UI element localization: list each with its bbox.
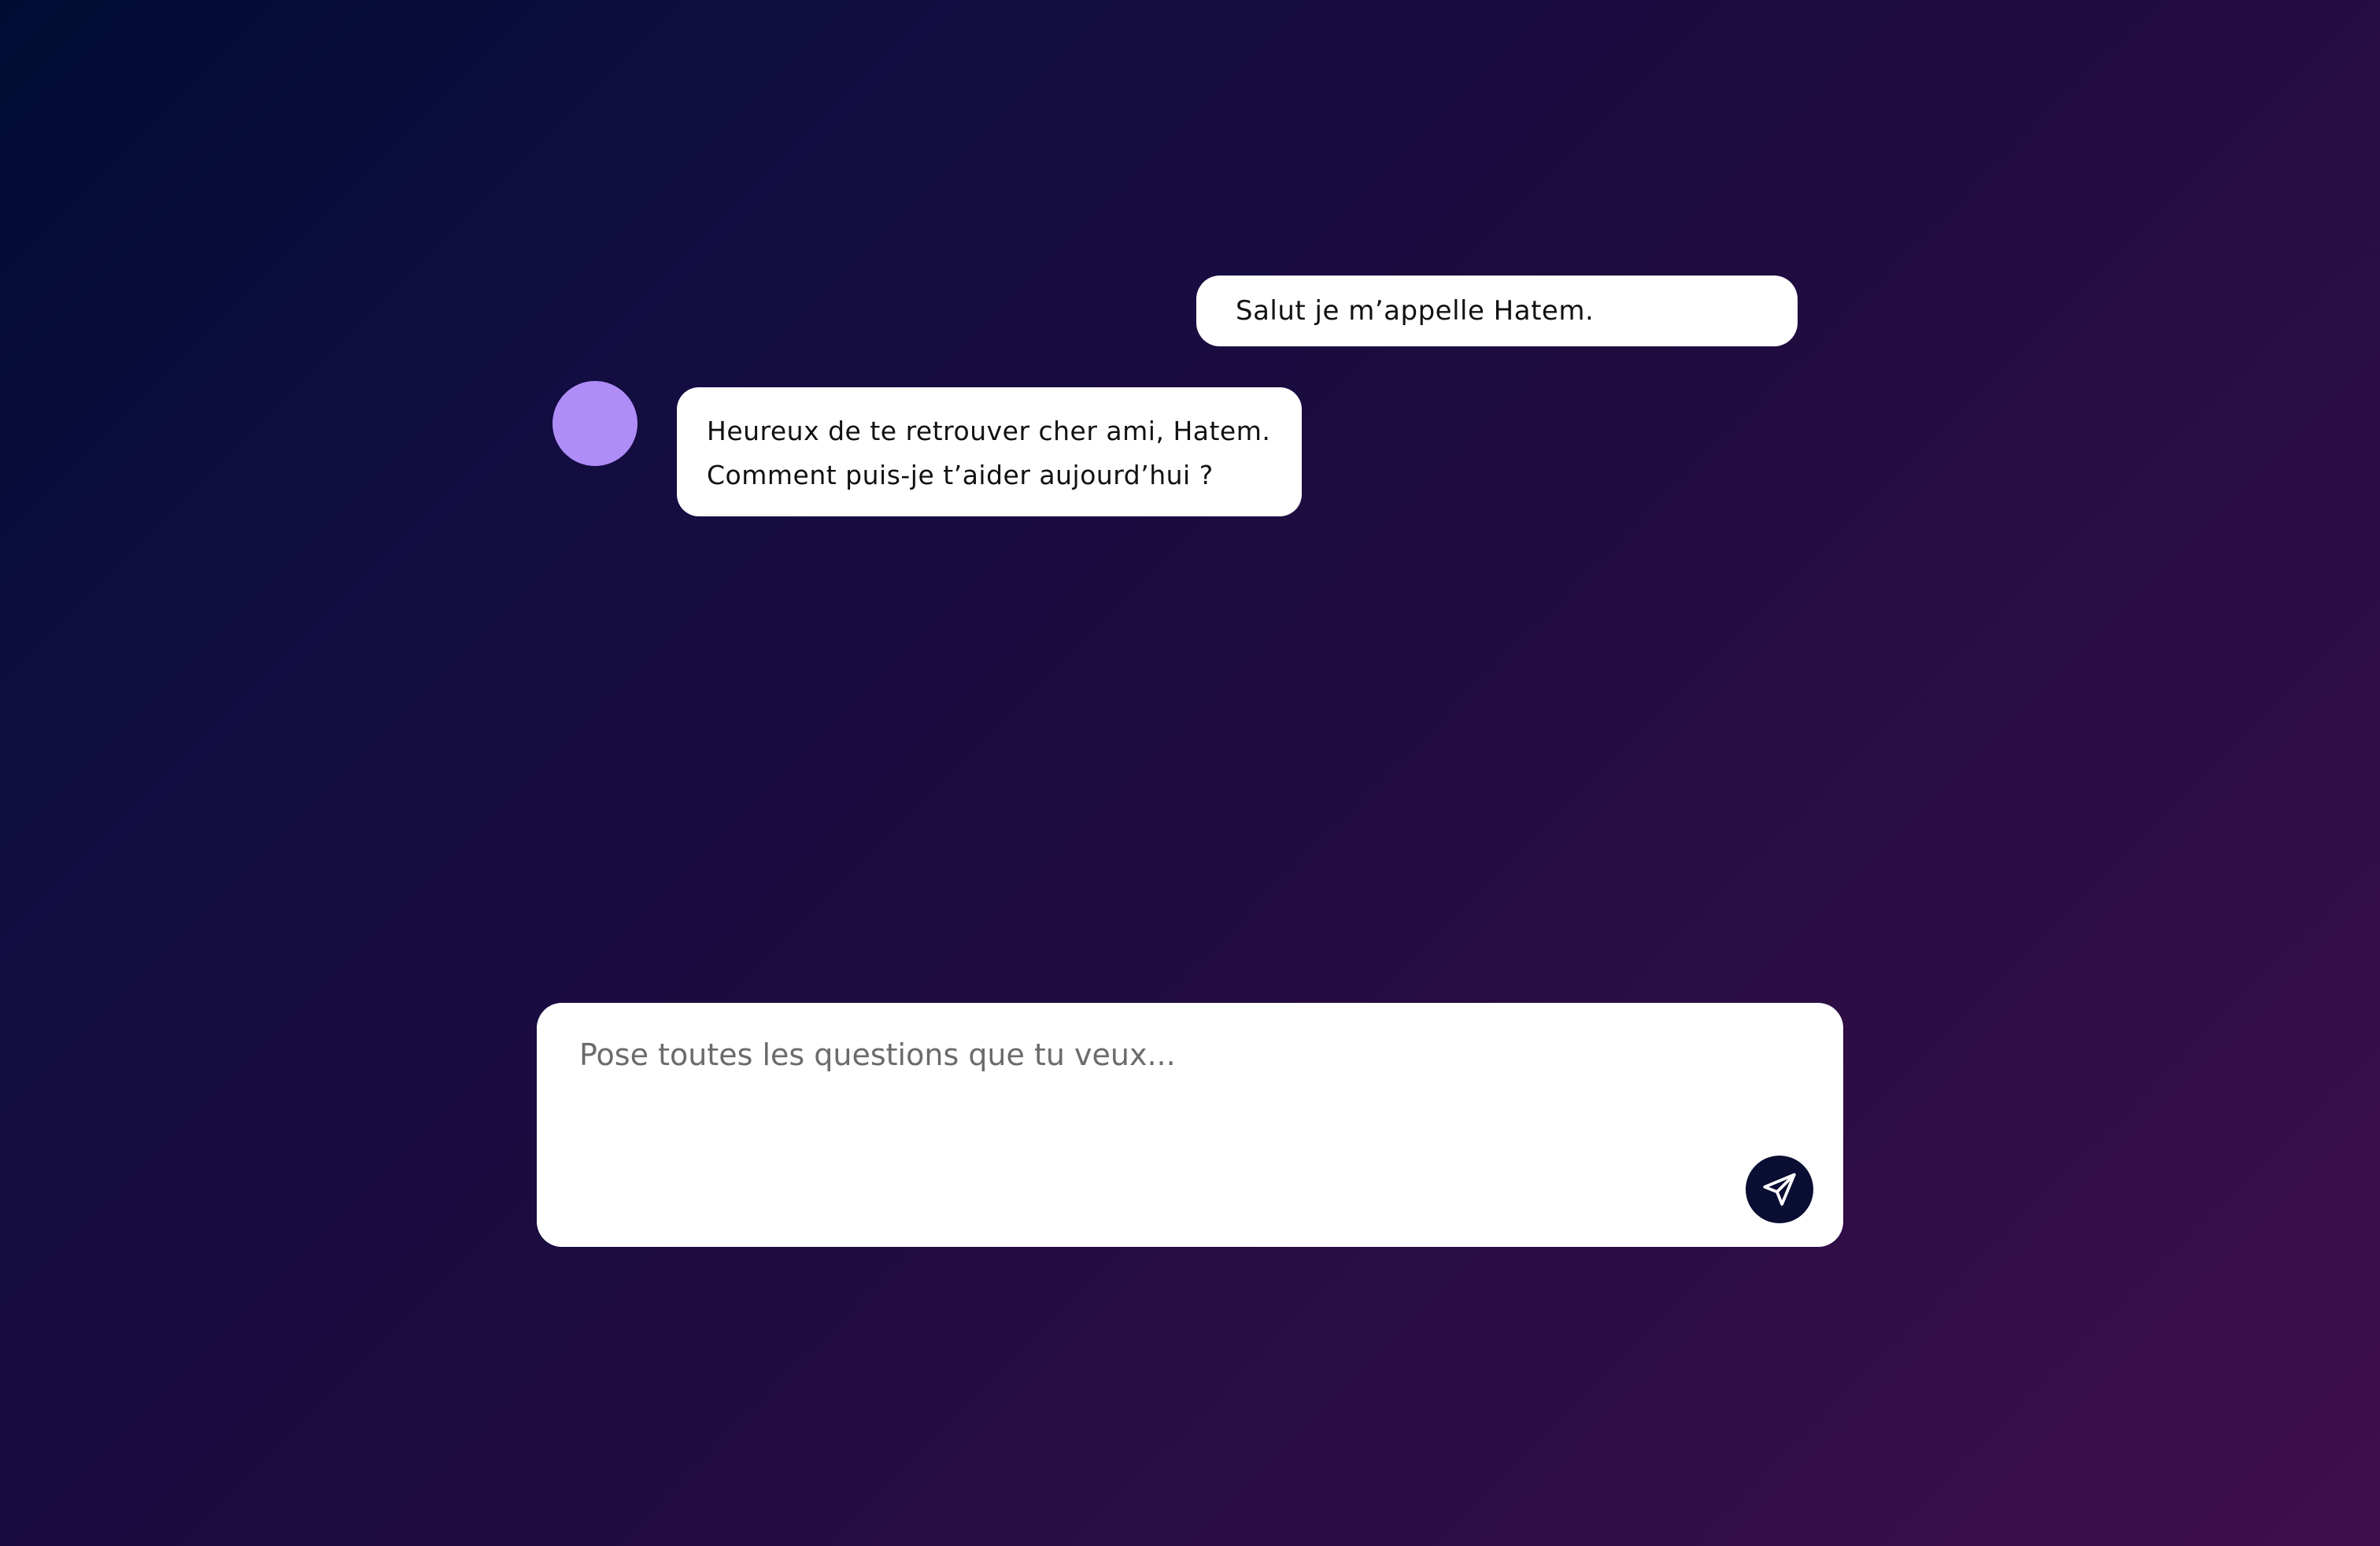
message-input[interactable] xyxy=(579,1031,1760,1078)
message-composer xyxy=(537,1003,1843,1247)
chat-page: Salut je m’appelle Hatem. Heureux de te … xyxy=(0,0,2380,1546)
assistant-message-bubble: Heureux de te retrouver cher ami, Hatem.… xyxy=(677,387,1302,516)
assistant-message-line: Comment puis-je t’aider aujourd’hui ? xyxy=(707,460,1214,490)
send-icon xyxy=(1763,1173,1796,1206)
send-button[interactable] xyxy=(1746,1156,1813,1223)
user-message-bubble: Salut je m’appelle Hatem. xyxy=(1196,276,1798,346)
user-message-text: Salut je m’appelle Hatem. xyxy=(1236,295,1595,327)
assistant-avatar xyxy=(552,381,638,466)
assistant-message-line: Heureux de te retrouver cher ami, Hatem. xyxy=(707,416,1271,446)
